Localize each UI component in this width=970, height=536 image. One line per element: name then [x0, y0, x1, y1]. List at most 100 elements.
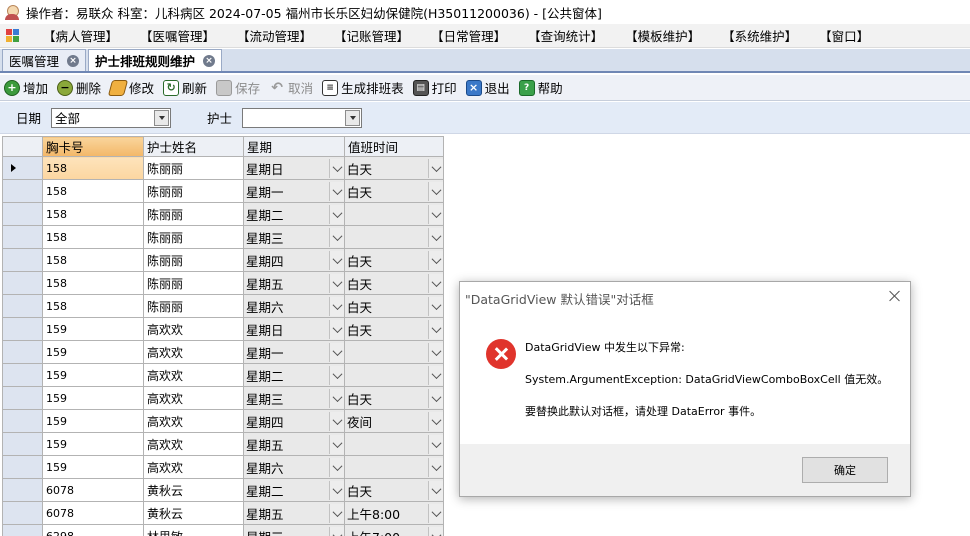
cell-shift-combo[interactable]: 白天	[344, 294, 444, 318]
chevron-down-icon[interactable]	[428, 250, 443, 270]
chevron-down-icon[interactable]	[154, 109, 170, 126]
row-header[interactable]	[2, 478, 43, 502]
table-row[interactable]: 6078 黄秋云 星期二 白天	[2, 478, 444, 502]
cell-nurse-name[interactable]: 陈丽丽	[143, 294, 244, 318]
row-header[interactable]	[2, 432, 43, 456]
cell-badge-no[interactable]: 159	[42, 386, 144, 410]
cell-weekday-combo[interactable]: 星期二	[243, 478, 345, 502]
cell-weekday-combo[interactable]: 星期五	[243, 271, 345, 295]
cell-weekday-combo[interactable]: 星期五	[243, 432, 345, 456]
column-header-weekday[interactable]: 星期	[243, 136, 345, 157]
cell-shift-combo[interactable]: 上午8:00	[344, 501, 444, 525]
row-header[interactable]	[2, 248, 43, 272]
cell-nurse-name[interactable]: 陈丽丽	[143, 271, 244, 295]
chevron-down-icon[interactable]	[428, 388, 443, 408]
table-row[interactable]: 159 高欢欢 星期五	[2, 432, 444, 456]
cell-nurse-name[interactable]: 陈丽丽	[143, 248, 244, 272]
cell-shift-combo[interactable]: 上午7:00	[344, 524, 444, 536]
menu-billing[interactable]: 【记账管理】	[323, 26, 420, 45]
delete-button[interactable]: − 删除	[57, 78, 101, 97]
cell-weekday-combo[interactable]: 星期三	[243, 524, 345, 536]
chevron-down-icon[interactable]	[329, 273, 344, 293]
save-button[interactable]: 保存	[216, 78, 260, 97]
chevron-down-icon[interactable]	[428, 273, 443, 293]
chevron-down-icon[interactable]	[329, 181, 344, 201]
close-icon[interactable]: ×	[67, 54, 80, 67]
cell-badge-no[interactable]: 159	[42, 409, 144, 433]
cell-weekday-combo[interactable]: 星期四	[243, 248, 345, 272]
cell-shift-combo[interactable]: 白天	[344, 248, 444, 272]
cell-weekday-combo[interactable]: 星期六	[243, 455, 345, 479]
cell-weekday-combo[interactable]: 星期一	[243, 340, 345, 364]
table-row[interactable]: 158 陈丽丽 星期五 白天	[2, 271, 444, 295]
menu-daily[interactable]: 【日常管理】	[420, 26, 517, 45]
cell-weekday-combo[interactable]: 星期二	[243, 363, 345, 387]
table-row[interactable]: 158 陈丽丽 星期日 白天	[2, 156, 444, 180]
table-row[interactable]: 158 陈丽丽 星期四 白天	[2, 248, 444, 272]
chevron-down-icon[interactable]	[428, 526, 443, 536]
row-header[interactable]	[2, 271, 43, 295]
chevron-down-icon[interactable]	[329, 342, 344, 362]
cell-shift-combo[interactable]: 白天	[344, 179, 444, 203]
cell-nurse-name[interactable]: 高欢欢	[143, 340, 244, 364]
chevron-down-icon[interactable]	[329, 411, 344, 431]
chevron-down-icon[interactable]	[428, 227, 443, 247]
cell-shift-combo[interactable]	[344, 225, 444, 249]
cell-shift-combo[interactable]: 白天	[344, 386, 444, 410]
menu-patient[interactable]: 【病人管理】	[32, 26, 129, 45]
row-header[interactable]	[2, 225, 43, 249]
cell-nurse-name[interactable]: 陈丽丽	[143, 202, 244, 226]
tab-order-management[interactable]: 医嘱管理 ×	[2, 49, 87, 71]
cell-badge-no[interactable]: 158	[42, 225, 144, 249]
chevron-down-icon[interactable]	[329, 319, 344, 339]
cell-nurse-name[interactable]: 陈丽丽	[143, 156, 244, 180]
column-header-nurse-name[interactable]: 护士姓名	[143, 136, 244, 157]
close-icon[interactable]	[888, 289, 902, 303]
chevron-down-icon[interactable]	[329, 250, 344, 270]
column-header-badge-no[interactable]: 胸卡号	[42, 136, 144, 157]
row-header[interactable]	[2, 386, 43, 410]
cell-shift-combo[interactable]	[344, 363, 444, 387]
table-row[interactable]: 158 陈丽丽 星期六 白天	[2, 294, 444, 318]
column-header-shift-time[interactable]: 值班时间	[344, 136, 444, 157]
menu-window[interactable]: 【窗口】	[808, 26, 880, 45]
cell-shift-combo[interactable]	[344, 432, 444, 456]
cell-badge-no[interactable]: 6078	[42, 501, 144, 525]
cell-badge-no[interactable]: 158	[42, 156, 144, 180]
cell-nurse-name[interactable]: 黄秋云	[143, 478, 244, 502]
cell-badge-no[interactable]: 159	[42, 455, 144, 479]
chevron-down-icon[interactable]	[329, 296, 344, 316]
row-header[interactable]	[2, 455, 43, 479]
menu-transfer[interactable]: 【流动管理】	[226, 26, 323, 45]
date-combo[interactable]: 全部	[51, 107, 172, 128]
table-row[interactable]: 6298林思敏星期三 上午7:00	[2, 524, 444, 536]
chevron-down-icon[interactable]	[428, 457, 443, 477]
chevron-down-icon[interactable]	[329, 503, 344, 523]
menu-system[interactable]: 【系统维护】	[711, 26, 808, 45]
menu-query[interactable]: 【查询统计】	[517, 26, 614, 45]
chevron-down-icon[interactable]	[329, 204, 344, 224]
cancel-button[interactable]: ↶ 取消	[269, 78, 313, 97]
cell-nurse-name[interactable]: 高欢欢	[143, 317, 244, 341]
cell-badge-no[interactable]: 6078	[42, 478, 144, 502]
cell-badge-no[interactable]: 6298	[42, 524, 144, 536]
chevron-down-icon[interactable]	[329, 480, 344, 500]
generate-schedule-button[interactable]: ≡ 生成排班表	[322, 78, 404, 97]
nurse-combo[interactable]	[242, 107, 363, 128]
exit-button[interactable]: × 退出	[465, 78, 510, 97]
cell-nurse-name[interactable]: 陈丽丽	[143, 179, 244, 203]
menu-orders[interactable]: 【医嘱管理】	[129, 26, 226, 45]
cell-weekday-combo[interactable]: 星期三	[243, 225, 345, 249]
cell-shift-combo[interactable]: 白天	[344, 156, 444, 180]
row-header[interactable]	[2, 363, 43, 387]
refresh-button[interactable]: ↻ 刷新	[163, 78, 207, 97]
cell-nurse-name[interactable]: 高欢欢	[143, 455, 244, 479]
cell-shift-combo[interactable]	[344, 455, 444, 479]
help-button[interactable]: ? 帮助	[518, 78, 563, 97]
cell-shift-combo[interactable]: 夜间	[344, 409, 444, 433]
cell-badge-no[interactable]: 158	[42, 248, 144, 272]
cell-badge-no[interactable]: 159	[42, 432, 144, 456]
row-header[interactable]	[2, 179, 43, 203]
chevron-down-icon[interactable]	[428, 503, 443, 523]
row-header[interactable]	[2, 409, 43, 433]
